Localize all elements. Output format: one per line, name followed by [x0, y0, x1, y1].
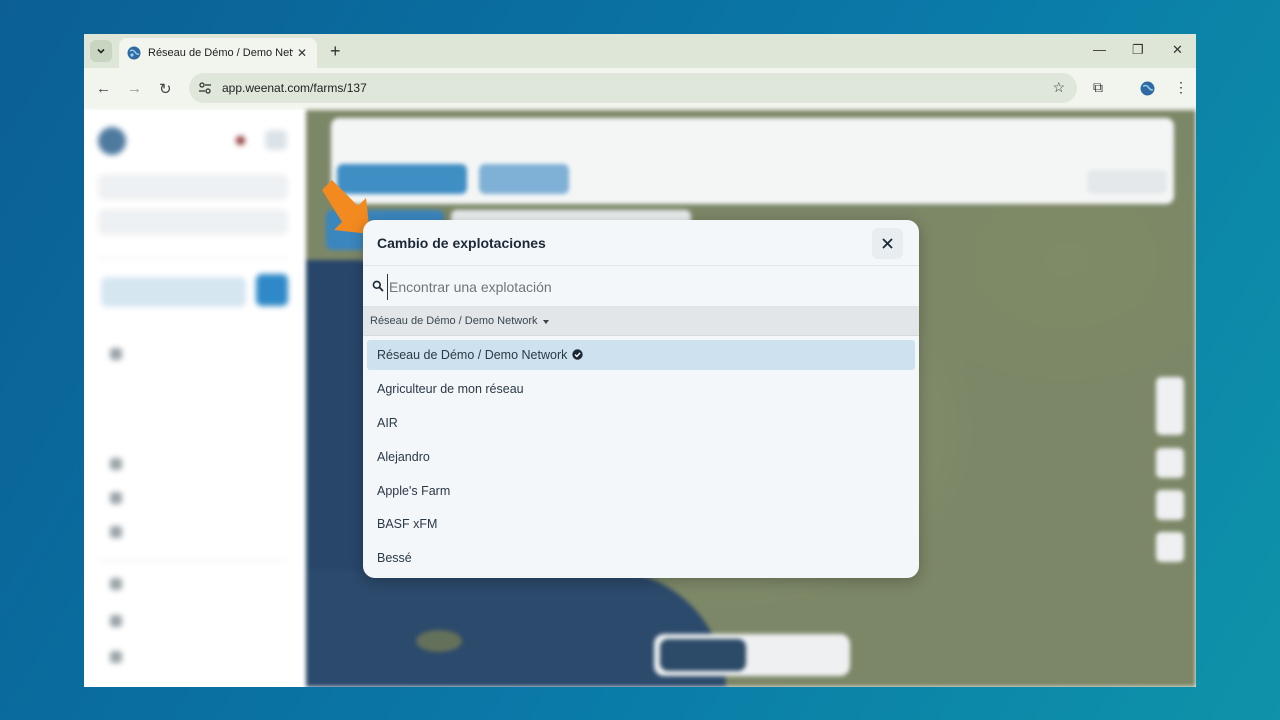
map-filter-chip[interactable]: [1087, 170, 1167, 194]
farm-list-item[interactable]: BASF xFM: [367, 509, 915, 539]
map-island: [416, 630, 462, 652]
close-icon: [882, 238, 893, 249]
network-filter-dropdown[interactable]: Réseau de Démo / Demo Network: [363, 307, 919, 336]
sidebar-item-icon: [110, 348, 122, 360]
sidebar-item-active[interactable]: [101, 277, 246, 307]
farm-list-item[interactable]: Apple's Farm: [367, 476, 915, 506]
farm-name: AIR: [377, 415, 398, 430]
sidebar-divider: [98, 560, 288, 561]
modal-title: Cambio de explotaciones: [377, 235, 546, 251]
map-control-button[interactable]: [1156, 532, 1184, 562]
omnibox[interactable]: app.weenat.com/farms/137 ☆: [189, 73, 1077, 103]
sidebar-toggle-button[interactable]: [265, 130, 287, 150]
chevron-down-icon: [97, 48, 105, 54]
farm-name: Agriculteur de mon réseau: [377, 381, 524, 396]
extensions-icon[interactable]: ⧉: [1093, 79, 1103, 96]
sidebar-add-button[interactable]: [256, 274, 288, 306]
sidebar-item-icon: [110, 526, 122, 538]
sidebar-divider: [98, 258, 288, 259]
sidebar-item-icon: [110, 578, 122, 590]
forward-icon[interactable]: →: [127, 80, 142, 97]
reload-icon[interactable]: ↻: [159, 80, 172, 98]
map-control-button[interactable]: [1156, 490, 1184, 520]
farm-name: Apple's Farm: [377, 483, 451, 498]
plus-icon[interactable]: +: [330, 41, 341, 62]
map-filter-chip[interactable]: [479, 164, 569, 194]
farm-name: Bessé: [377, 551, 412, 566]
sidebar-item-icon: [110, 615, 122, 627]
farm-name: Alejandro: [377, 449, 430, 464]
sidebar-item-icon: [110, 492, 122, 504]
tab-title: Réseau de Démo / Demo Network: [148, 47, 293, 59]
modal-header: Cambio de explotaciones: [363, 220, 919, 266]
farm-list-item[interactable]: Réseau de Démo / Demo Network: [367, 340, 915, 370]
map-toolbar: [331, 118, 1174, 204]
sidebar-item-icon: [110, 458, 122, 470]
verified-badge-icon: [572, 349, 583, 360]
globe-icon: [127, 46, 141, 60]
farm-search-input[interactable]: [387, 274, 891, 300]
search-icon: [372, 280, 384, 292]
url-text: app.weenat.com/farms/137: [222, 81, 367, 95]
tune-icon[interactable]: [198, 81, 212, 95]
map-toggle-active[interactable]: [660, 639, 746, 671]
tab-strip: Réseau de Démo / Demo Network ✕ + — ❐ ✕: [84, 34, 1196, 68]
farm-list-item[interactable]: AIR: [367, 408, 915, 438]
farm-search-row: [363, 266, 919, 307]
close-icon[interactable]: ✕: [297, 46, 307, 60]
star-icon[interactable]: ☆: [1052, 79, 1065, 96]
farm-name: BASF xFM: [377, 517, 438, 532]
restore-icon[interactable]: ❐: [1132, 42, 1144, 58]
minimize-icon[interactable]: —: [1093, 42, 1106, 57]
map-control-button[interactable]: [1156, 448, 1184, 478]
zoom-control[interactable]: [1156, 377, 1184, 435]
sidebar-farm-card[interactable]: [98, 209, 288, 235]
back-icon[interactable]: ←: [96, 80, 111, 97]
app-logo: [98, 127, 126, 155]
network-filter-label: Réseau de Démo / Demo Network: [370, 315, 538, 327]
tab-search-button[interactable]: [90, 40, 112, 62]
profile-icon[interactable]: [1140, 81, 1155, 96]
close-modal-button[interactable]: [872, 228, 903, 259]
kebab-icon[interactable]: ⋮: [1174, 79, 1188, 96]
close-window-icon[interactable]: ✕: [1172, 42, 1183, 58]
farm-list-item[interactable]: Bessé: [367, 543, 915, 573]
farm-list-item[interactable]: Alejandro: [367, 442, 915, 472]
farm-list: Réseau de Démo / Demo Network Agriculteur…: [367, 340, 915, 577]
farm-switch-modal: Cambio de explotaciones Réseau de Démo /…: [363, 220, 919, 578]
caret-down-icon: [543, 320, 549, 324]
farm-name: Réseau de Démo / Demo Network: [377, 348, 568, 362]
farm-list-item[interactable]: Agriculteur de mon réseau: [367, 374, 915, 404]
sidebar: [84, 110, 306, 687]
sidebar-item-icon: [110, 651, 122, 663]
map-list-toggle[interactable]: [654, 634, 850, 676]
browser-tab[interactable]: Réseau de Démo / Demo Network ✕: [119, 38, 317, 68]
address-bar-row: ← → ↻ app.weenat.com/farms/137 ☆ ⧉ ⋮: [84, 68, 1196, 110]
sidebar-org-card[interactable]: [98, 174, 288, 200]
notification-dot: [236, 136, 245, 145]
